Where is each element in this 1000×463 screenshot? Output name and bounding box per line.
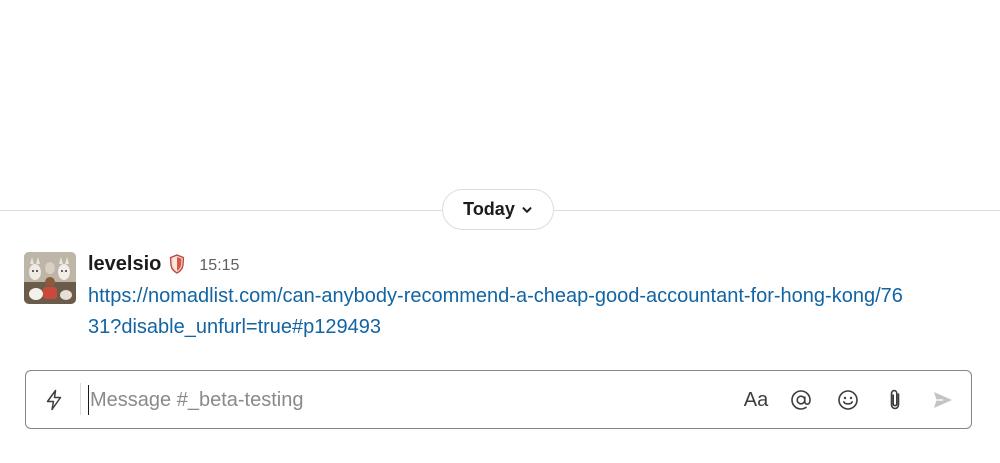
smiley-icon[interactable] <box>833 385 863 415</box>
send-icon[interactable] <box>928 385 958 415</box>
lightning-icon[interactable] <box>40 386 68 414</box>
message-content: levelsio 15:15 https://nomadlist.com/can… <box>88 250 948 343</box>
chevron-down-icon <box>521 204 533 216</box>
composer-separator <box>80 383 81 415</box>
format-label: Aa <box>743 388 769 411</box>
message-author[interactable]: levelsio <box>88 253 161 276</box>
message-input[interactable] <box>88 385 710 415</box>
shield-badge-icon <box>169 254 185 274</box>
message-timestamp[interactable]: 15:15 <box>199 254 239 275</box>
paperclip-icon[interactable] <box>880 385 910 415</box>
channel-view: Today levelsio 15:15 https://nomadlist.c… <box>0 0 1000 463</box>
date-label: Today <box>463 199 515 219</box>
date-jump-button[interactable]: Today <box>442 189 554 230</box>
message-header: levelsio 15:15 <box>88 250 948 278</box>
format-button[interactable]: Aa <box>741 385 771 415</box>
message-link[interactable]: https://nomadlist.com/can-anybody-recomm… <box>88 281 908 343</box>
avatar[interactable] <box>24 252 76 304</box>
message-composer: Aa <box>25 370 972 429</box>
at-icon[interactable] <box>786 385 816 415</box>
